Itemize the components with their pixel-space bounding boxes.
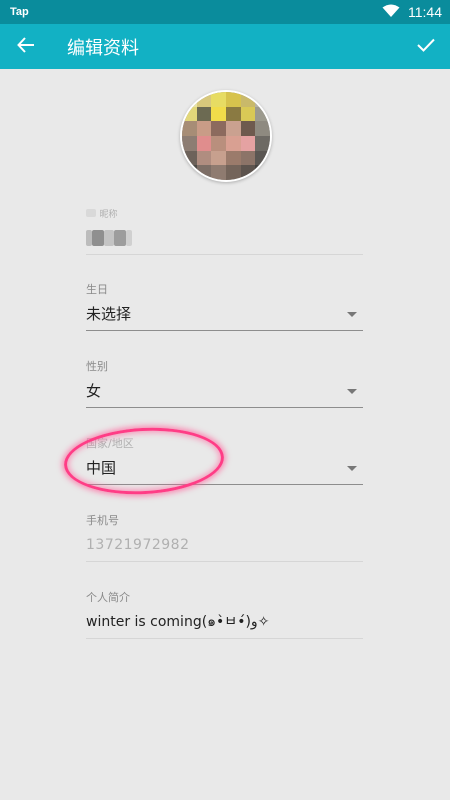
phone-underline	[86, 561, 363, 562]
birthday-label: 生日	[86, 283, 108, 296]
bio-value: winter is coming(๑•̀ㅂ•́)و✧	[86, 614, 270, 630]
phone-input[interactable]: 13721972982	[86, 529, 363, 561]
nickname-value-blur	[86, 230, 132, 246]
gender-underline	[86, 407, 363, 408]
gender-value: 女	[86, 382, 102, 400]
birthday-value: 未选择	[86, 305, 132, 323]
birthday-underline	[86, 330, 363, 331]
dropdown-arrow-icon	[347, 388, 357, 394]
dropdown-arrow-icon	[347, 311, 357, 317]
region-label: 国家/地区	[86, 437, 134, 450]
confirm-button[interactable]	[402, 24, 450, 69]
bio-underline	[86, 638, 363, 639]
nickname-label-text: 昵称	[99, 210, 118, 220]
gender-label: 性别	[86, 360, 108, 373]
nickname-label: 昵称	[86, 206, 363, 222]
status-app-name: Tap	[10, 6, 29, 18]
phone-value: 13721972982	[86, 537, 190, 553]
check-icon	[417, 37, 435, 56]
app-bar: 编辑资料	[0, 24, 450, 69]
birthday-select[interactable]: 未选择	[86, 298, 363, 330]
status-time: 11:44	[408, 4, 442, 20]
bio-input[interactable]: winter is coming(๑•̀ㅂ•́)و✧	[86, 606, 363, 638]
dropdown-arrow-icon	[347, 465, 357, 471]
gender-field: 性别 女	[86, 359, 363, 408]
wifi-icon	[382, 3, 400, 22]
bio-label: 个人简介	[86, 591, 130, 604]
phone-field: 手机号 13721972982	[86, 513, 363, 562]
avatar-image	[182, 92, 270, 180]
nickname-underline	[86, 254, 363, 255]
birthday-field: 生日 未选择	[86, 282, 363, 331]
nickname-input[interactable]	[86, 222, 363, 254]
region-field: 国家/地区 中国	[86, 436, 363, 485]
bio-field: 个人简介 winter is coming(๑•̀ㅂ•́)و✧	[86, 590, 363, 639]
status-bar: Tap 11:44	[0, 0, 450, 24]
region-underline	[86, 484, 363, 485]
nickname-field: 昵称	[86, 206, 363, 255]
back-button[interactable]	[0, 24, 52, 69]
region-select[interactable]: 中国	[86, 452, 363, 484]
page-title: 编辑资料	[67, 37, 139, 59]
status-right: 11:44	[382, 3, 442, 22]
region-value: 中国	[86, 459, 117, 477]
gender-select[interactable]: 女	[86, 375, 363, 407]
phone-label: 手机号	[86, 514, 119, 527]
avatar[interactable]	[180, 90, 272, 182]
arrow-back-icon	[17, 36, 35, 58]
